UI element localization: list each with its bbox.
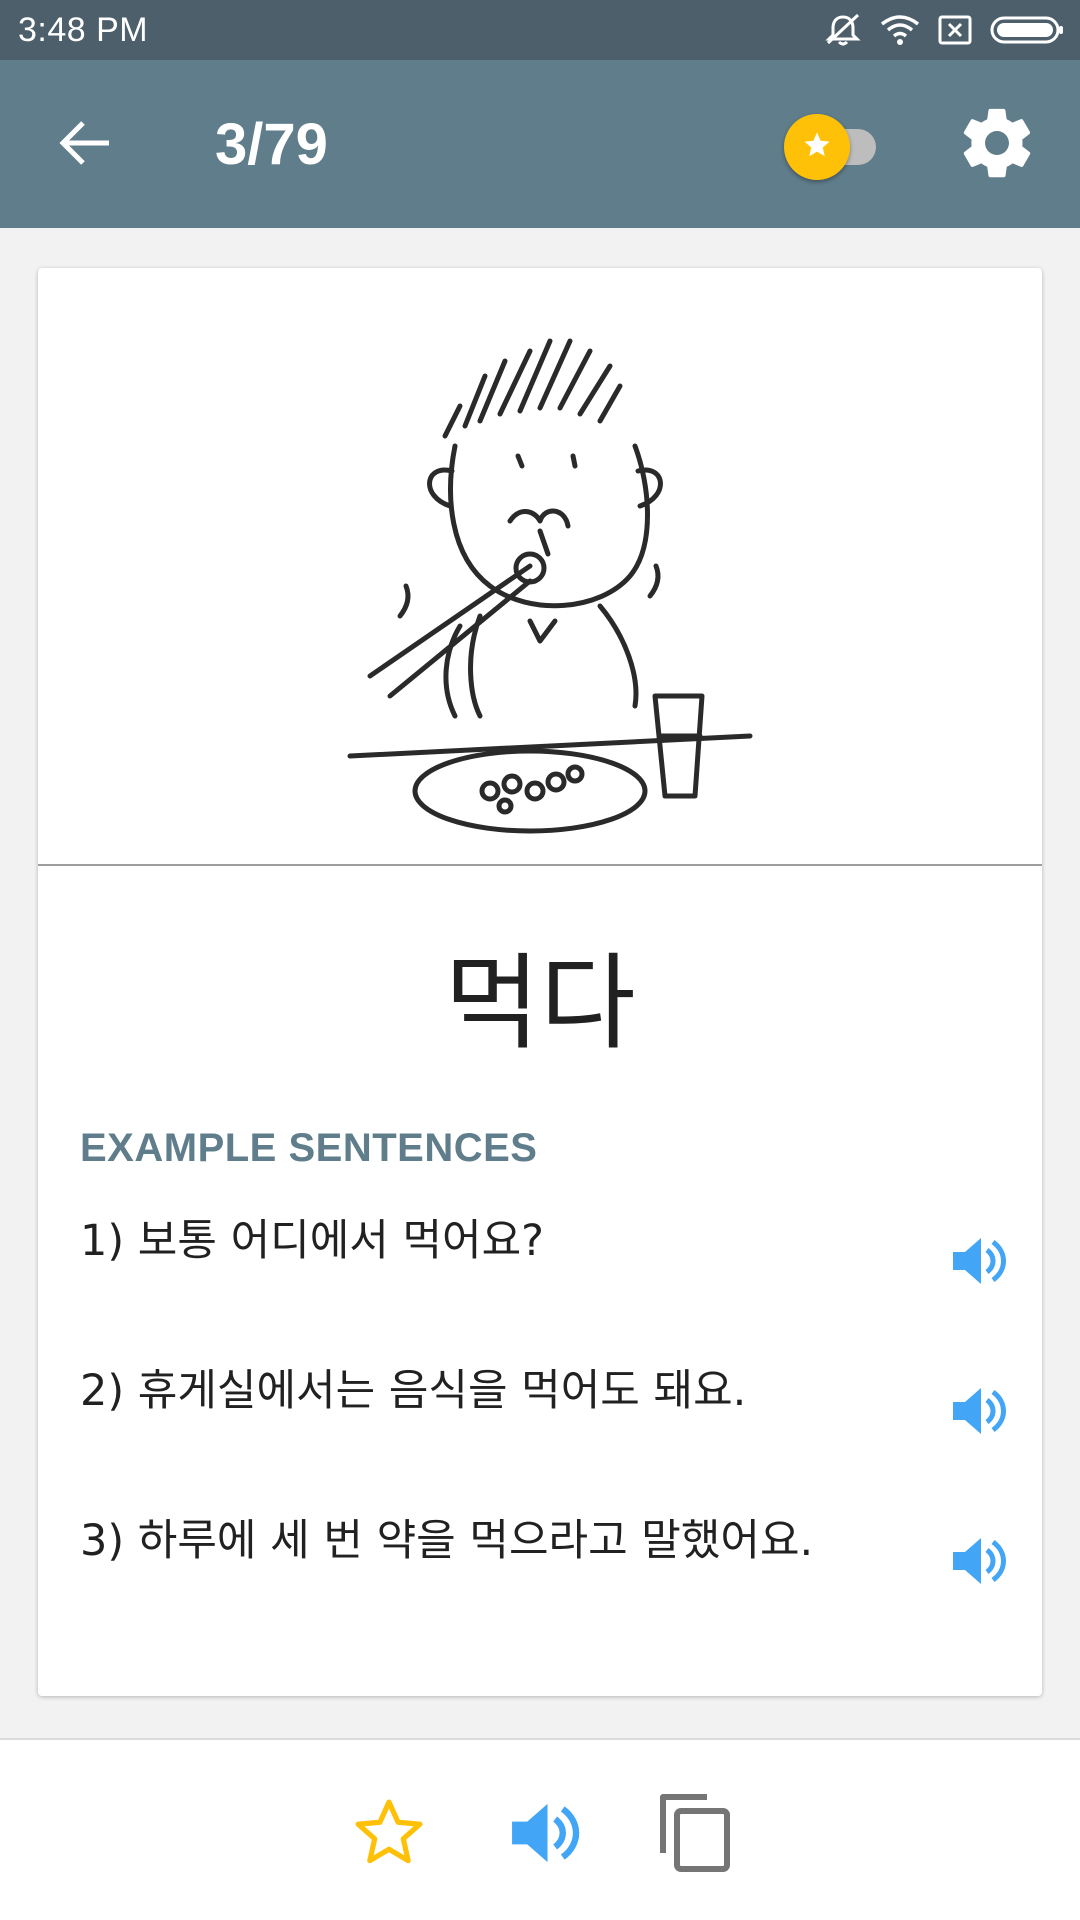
- favorite-button[interactable]: [344, 1790, 434, 1880]
- copy-button[interactable]: [650, 1790, 740, 1880]
- example-sentence-2: 2) 휴게실에서는 음식을 먹어도 돼요.: [80, 1356, 1020, 1466]
- bottom-action-bar: [0, 1738, 1080, 1920]
- speaker-icon: [949, 1532, 1009, 1594]
- copy-icon: [655, 1791, 735, 1879]
- back-button[interactable]: [50, 110, 120, 180]
- sentence-text: 2) 휴게실에서는 음식을 먹어도 돼요.: [80, 1366, 747, 1416]
- toggle-thumb: [784, 114, 850, 180]
- star-icon: [802, 130, 832, 164]
- play-sentence-1-button[interactable]: [944, 1228, 1014, 1298]
- vocabulary-word: 먹다: [444, 942, 636, 1064]
- speaker-icon: [949, 1382, 1009, 1444]
- battery-icon: [990, 15, 1064, 45]
- play-sentence-2-button[interactable]: [944, 1378, 1014, 1448]
- star-outline-icon: [349, 1794, 429, 1876]
- flashcard: 먹다 EXAMPLE SENTENCES 1) 보통 어디에서 먹어요? 2) …: [38, 268, 1042, 1696]
- favorites-toggle[interactable]: [784, 112, 894, 182]
- card-divider: [38, 864, 1042, 866]
- mute-icon: [824, 13, 862, 47]
- settings-button[interactable]: [952, 100, 1042, 190]
- status-time: 3:48 PM: [18, 10, 149, 49]
- play-sentence-3-button[interactable]: [944, 1528, 1014, 1598]
- app-bar: 3/79: [0, 60, 1080, 228]
- example-sentence-3: 3) 하루에 세 번 약을 먹으라고 말했어요.: [80, 1506, 1020, 1616]
- word-illustration: [38, 268, 1042, 864]
- no-sim-icon: [938, 15, 972, 45]
- sentence-text: 3) 하루에 세 번 약을 먹으라고 말했어요.: [80, 1516, 814, 1566]
- status-icons: [824, 13, 1064, 47]
- status-bar: 3:48 PM: [0, 0, 1080, 60]
- speaker-icon: [949, 1232, 1009, 1294]
- card-counter: 3/79: [215, 112, 328, 177]
- example-sentence-1: 1) 보통 어디에서 먹어요?: [80, 1206, 1020, 1316]
- example-sentences-title: EXAMPLE SENTENCES: [80, 1126, 538, 1170]
- back-arrow-icon: [57, 119, 113, 171]
- play-word-button[interactable]: [500, 1790, 590, 1880]
- wifi-icon: [880, 14, 920, 46]
- speaker-icon: [507, 1796, 583, 1874]
- eating-boy-drawing: [347, 338, 753, 834]
- gear-icon: [956, 102, 1038, 188]
- sentence-text: 1) 보통 어디에서 먹어요?: [80, 1216, 545, 1266]
